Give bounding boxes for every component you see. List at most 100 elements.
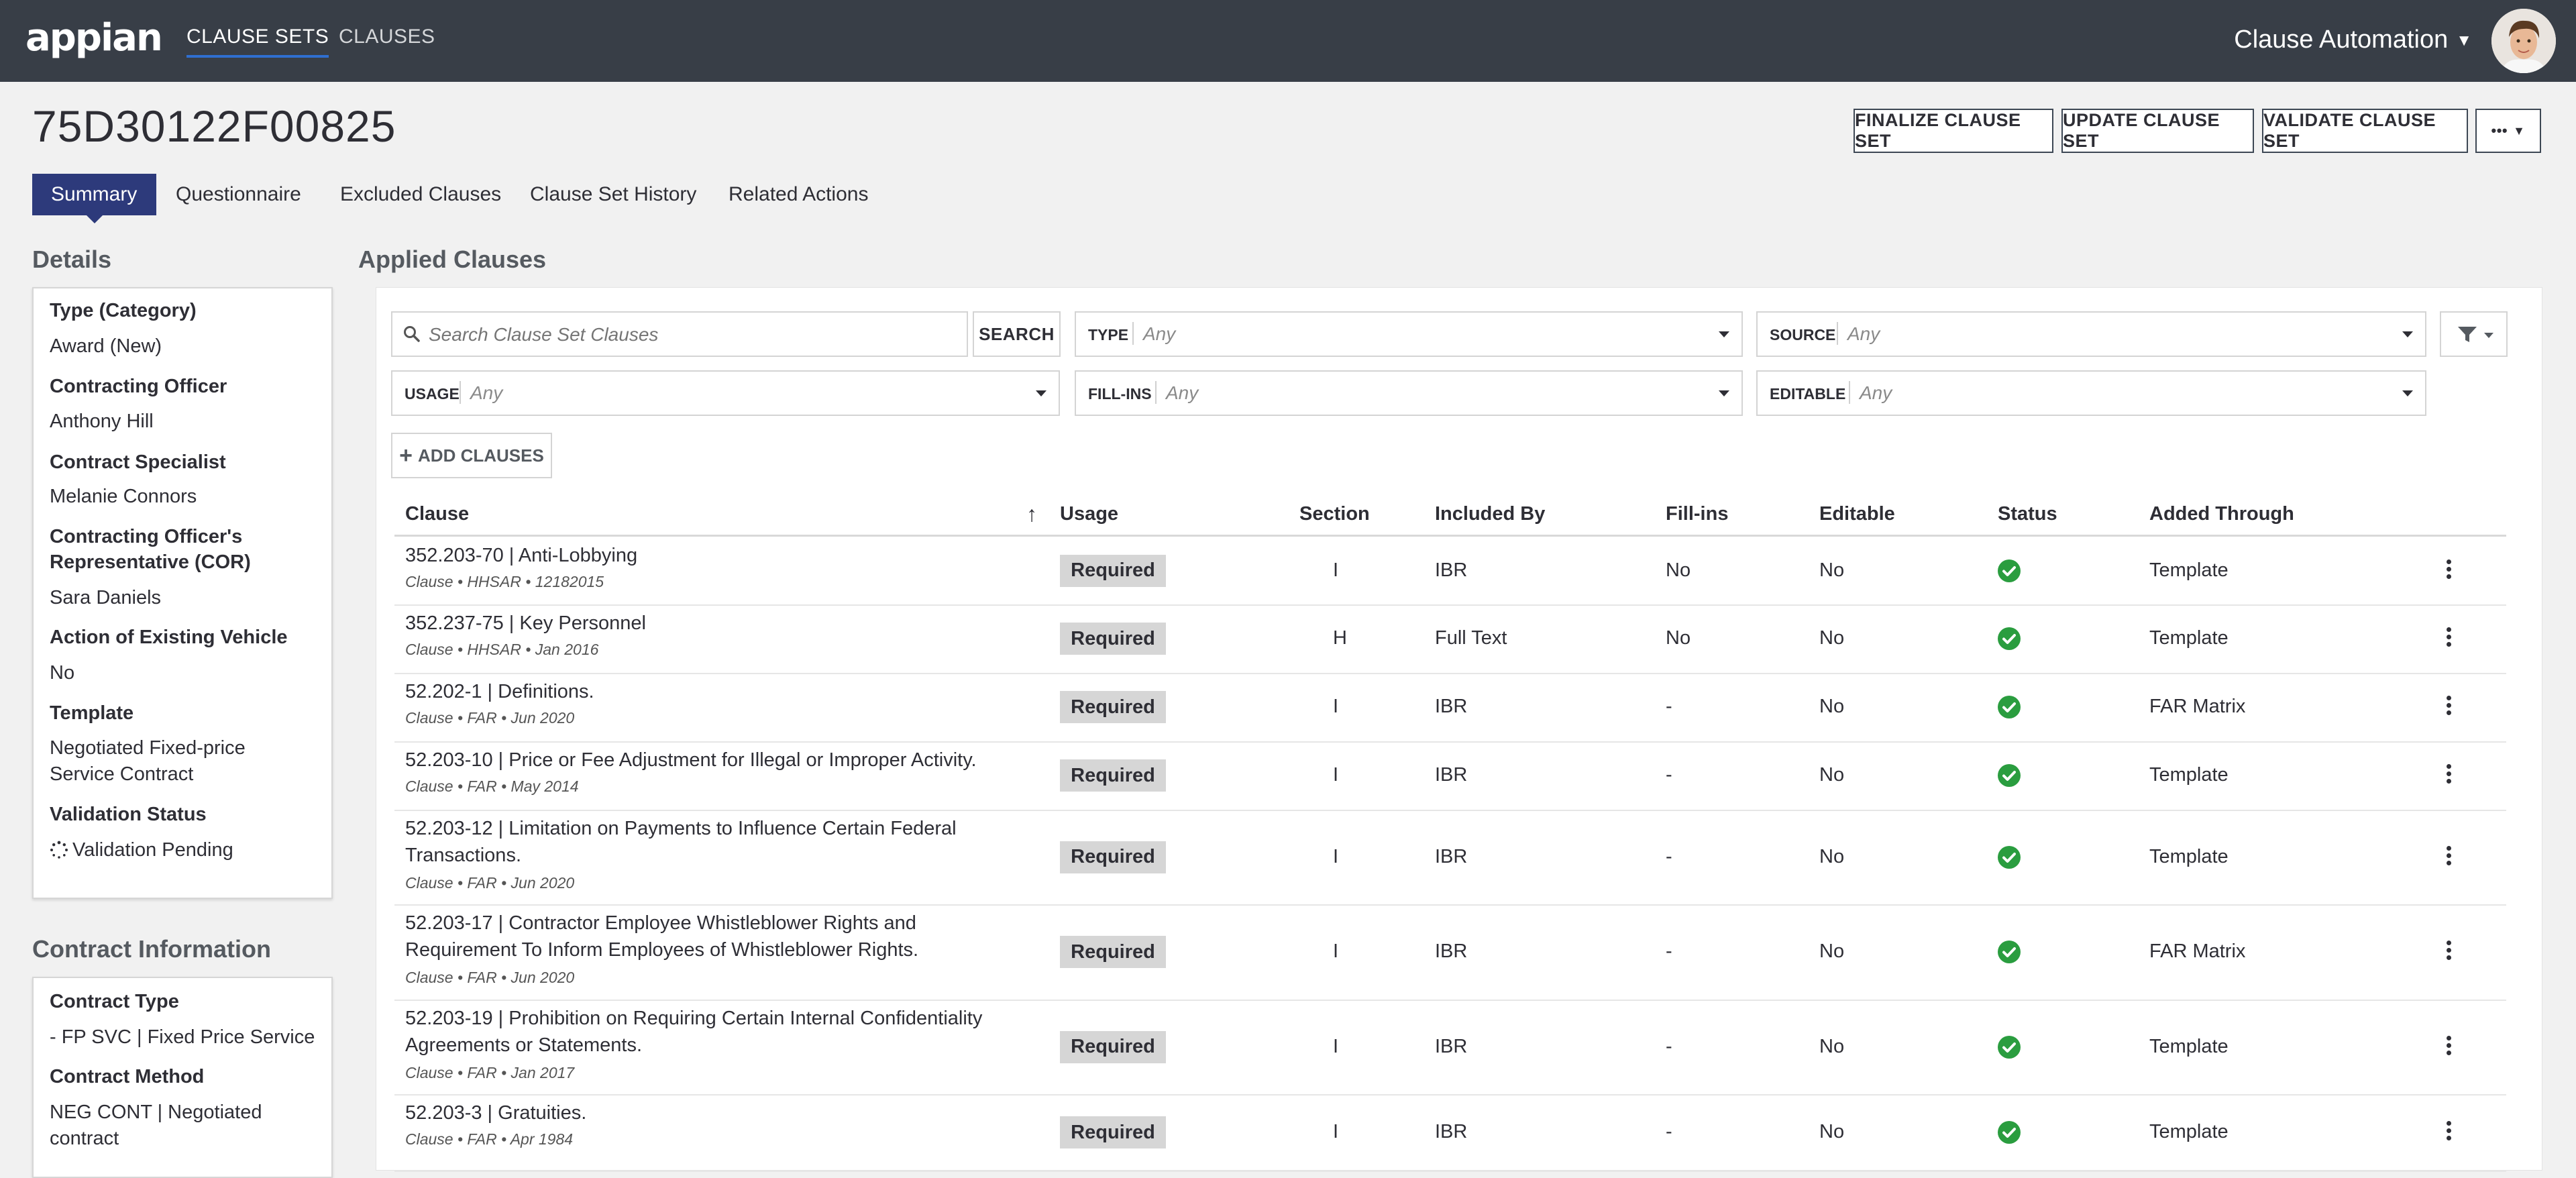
editable-filter-dropdown[interactable]: EDITABLE Any [1756,370,2426,416]
clause-title[interactable]: 52.203-10 | Price or Fee Adjustment for … [405,747,977,773]
filter-button[interactable] [2440,311,2508,357]
usage-badge: Required [1060,936,1166,968]
add-clauses-button[interactable]: + ADD CLAUSES [391,433,552,478]
field-label: Contracting Officer's [50,526,243,547]
divider [1155,381,1157,404]
clause-meta: Clause • FAR • May 2014 [405,778,579,795]
clause-title[interactable]: 352.237-75 | Key Personnel [405,610,646,637]
included-by-cell: IBR [1435,845,1468,867]
sort-ascending-icon[interactable]: ↑ [1026,502,1037,527]
column-header-fill-ins[interactable]: Fill-ins [1666,503,1728,525]
added-through-cell: FAR Matrix [2149,696,2246,717]
status-check-icon [1998,696,2021,718]
row-menu-icon[interactable] [2442,939,2455,965]
row-divider [394,673,2506,674]
clause-title[interactable]: 52.203-3 | Gratuities. [405,1100,586,1126]
field-label: Type (Category) [50,300,197,321]
column-header-editable[interactable]: Editable [1819,503,1895,525]
dropdown-label: USAGE [405,385,460,403]
clause-title[interactable]: Transactions. [405,842,521,869]
fill-ins-cell: - [1666,845,1672,867]
added-through-cell: Template [2149,1121,2229,1142]
fill-ins-cell: - [1666,1121,1672,1142]
row-divider [394,741,2506,743]
field-label: Template [50,702,134,724]
clause-title[interactable]: 52.202-1 | Definitions. [405,678,594,705]
clause-meta: Clause • FAR • Jan 2017 [405,1064,575,1081]
dropdown-value: Any [1143,323,1176,344]
appian-logo[interactable]: appian [25,16,163,60]
search-box[interactable] [391,311,968,357]
added-through-cell: Template [2149,764,2229,786]
field-value: - FP SVC | Fixed Price Service [50,1026,315,1048]
clause-title[interactable]: 52.203-12 | Limitation on Payments to In… [405,815,957,842]
caret-down-icon [2402,331,2413,337]
row-menu-icon[interactable] [2442,1034,2455,1061]
fill-ins-cell: - [1666,941,1672,962]
editable-cell: No [1819,1121,1845,1142]
nav-tab-clauses[interactable]: CLAUSES [339,25,435,48]
row-menu-icon[interactable] [2442,694,2455,720]
source-filter-dropdown[interactable]: SOURCE Any [1756,311,2426,357]
field-value: Award (New) [50,335,162,357]
row-menu-icon[interactable] [2442,844,2455,871]
tab-excluded-clauses[interactable]: Excluded Clauses [340,174,501,215]
field-label: Representative (COR) [50,551,251,573]
clause-meta: Clause • HHSAR • 12182015 [405,573,604,590]
column-header-included-by[interactable]: Included By [1435,503,1545,525]
user-avatar[interactable] [2491,9,2556,73]
row-menu-icon[interactable] [2442,1119,2455,1146]
row-menu-icon[interactable] [2442,625,2455,652]
header-divider [394,535,2506,537]
clause-title[interactable]: 52.203-19 | Prohibition on Requiring Cer… [405,1005,982,1032]
status-check-icon [1998,941,2021,963]
clause-title[interactable]: 52.203-17 | Contractor Employee Whistleb… [405,910,916,936]
caret-down-icon: ▼ [2513,123,2526,138]
included-by-cell: Full Text [1435,627,1507,649]
more-actions-button[interactable]: ••• ▼ [2475,109,2541,153]
field-value: Sara Daniels [50,587,162,608]
validation-status-text: Validation Pending [72,839,233,861]
field-label: Contract Method [50,1066,205,1087]
clause-meta: Clause • FAR • Jun 2020 [405,874,575,892]
tab-questionnaire[interactable]: Questionnaire [176,174,301,215]
app-menu[interactable]: Clause Automation ▼ [2234,25,2472,54]
column-header-status[interactable]: Status [1998,503,2057,525]
nav-tab-clause-sets[interactable]: CLAUSE SETS [186,25,329,58]
search-input[interactable] [427,318,960,352]
editable-cell: No [1819,764,1845,786]
contract-information-heading: Contract Information [32,935,271,963]
type-filter-dropdown[interactable]: TYPE Any [1075,311,1743,357]
row-divider [394,604,2506,606]
usage-filter-dropdown[interactable]: USAGE Any [391,370,1060,416]
caret-down-icon [1719,390,1729,396]
added-through-cell: Template [2149,845,2229,867]
row-menu-icon[interactable] [2442,762,2455,789]
clause-title[interactable]: 352.203-70 | Anti-Lobbying [405,542,637,569]
tab-clause-set-history[interactable]: Clause Set History [530,174,696,215]
dropdown-label: TYPE [1088,326,1129,343]
status-check-icon [1998,1121,2021,1144]
tab-related-actions[interactable]: Related Actions [729,174,868,215]
update-clause-set-button[interactable]: UPDATE CLAUSE SET [2061,109,2254,153]
column-header-section[interactable]: Section [1299,503,1370,525]
dropdown-value: Any [1166,382,1199,403]
included-by-cell: IBR [1435,559,1468,581]
row-divider [394,810,2506,811]
column-header-usage[interactable]: Usage [1060,503,1118,525]
finalize-clause-set-button[interactable]: FINALIZE CLAUSE SET [1854,109,2053,153]
column-header-clause[interactable]: Clause [405,503,469,525]
fill-ins-filter-dropdown[interactable]: FILL-INS Any [1075,370,1743,416]
column-header-added-through[interactable]: Added Through [2149,503,2294,525]
row-divider [394,904,2506,906]
dropdown-value: Any [1860,382,1892,403]
added-through-cell: FAR Matrix [2149,941,2246,962]
row-menu-icon[interactable] [2442,557,2455,584]
field-value: Negotiated Fixed-price [50,737,246,759]
clause-title[interactable]: Requirement To Inform Employees of Whist… [405,936,918,963]
usage-badge: Required [1060,691,1166,723]
validate-clause-set-button[interactable]: VALIDATE CLAUSE SET [2262,109,2468,153]
clause-title[interactable]: Agreements or Statements. [405,1032,642,1059]
tab-summary[interactable]: Summary [32,174,156,223]
search-button[interactable]: SEARCH [973,311,1061,357]
